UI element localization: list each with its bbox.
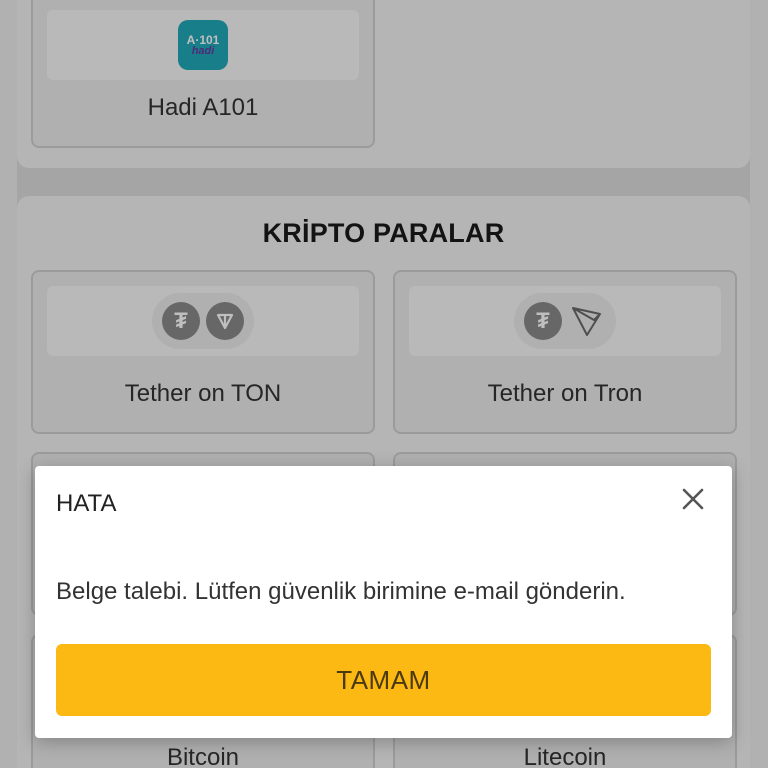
error-dialog: HATA Belge talebi. Lütfen güvenlik birim… bbox=[35, 466, 732, 738]
screen: A·101 hadi Hadi A101 KRİPTO PARALAR ₮ Te… bbox=[0, 0, 768, 768]
dialog-title: HATA bbox=[56, 490, 117, 517]
confirm-button[interactable]: TAMAM bbox=[56, 644, 711, 716]
dialog-message: Belge talebi. Lütfen güvenlik birimine e… bbox=[56, 578, 626, 605]
close-icon[interactable] bbox=[678, 484, 708, 514]
